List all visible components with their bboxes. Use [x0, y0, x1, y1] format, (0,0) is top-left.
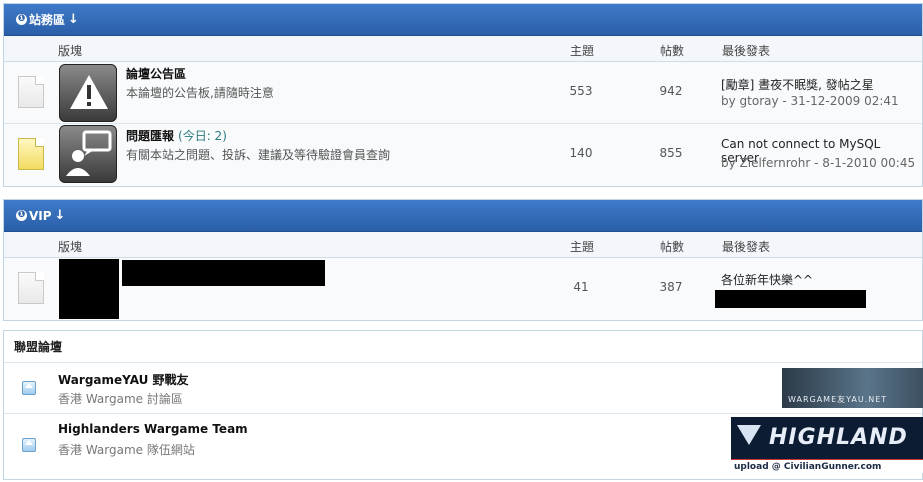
forum-row: 論壇公告區 本論壇的公告板,請隨時注意 553 942 [勵章] 晝夜不眠獎, …	[4, 62, 922, 124]
partner-row: WargameYAU 野戰友 香港 Wargame 討論區 WARGAME友YA…	[4, 363, 923, 414]
partner-title: 聯盟論壇	[4, 331, 922, 363]
folder-new-icon	[18, 138, 44, 170]
posts-count: 942	[659, 84, 683, 98]
last-post-title[interactable]: 各位新年快樂^^	[721, 271, 813, 288]
today-count: (今日: 2)	[178, 129, 227, 143]
forum-desc: 本論壇的公告板,請隨時注意	[126, 86, 274, 100]
partner-row: Highlanders Wargame Team 香港 Wargame 隊伍網站…	[4, 414, 923, 478]
last-post-by[interactable]: by gtoray - 31-12-2009 02:41	[721, 94, 899, 108]
collapse-icon[interactable]: ❶	[16, 14, 27, 25]
redacted-forum-icon	[59, 259, 119, 319]
last-post-title[interactable]: [勵章] 晝夜不眠獎, 發帖之星	[721, 76, 874, 93]
partner-name[interactable]: WargameYAU 野戰友	[58, 371, 189, 388]
feedback-user-icon[interactable]	[59, 125, 117, 183]
partner-desc: 香港 Wargame 討論區	[58, 392, 183, 406]
col-last: 最後發表	[722, 240, 771, 254]
col-forum: 版塊	[58, 240, 83, 254]
forum-title[interactable]: 論壇公告區	[126, 65, 186, 82]
redacted-forum-title	[122, 260, 325, 286]
category-header[interactable]: ❶ VIP ↓	[4, 200, 922, 232]
arrow-down-icon[interactable]: ↓	[68, 12, 79, 27]
warning-icon[interactable]	[59, 64, 117, 122]
category-title[interactable]: 站務區	[29, 11, 65, 28]
category-vip: ❶ VIP ↓ 版塊 主題 帖數 最後發表 41 387 各位新年快樂^^	[3, 199, 923, 321]
category-header[interactable]: ❶ 站務區 ↓	[4, 4, 922, 36]
col-forum: 版塊	[58, 44, 83, 58]
folder-icon	[18, 76, 44, 108]
category-title[interactable]: VIP	[29, 209, 52, 223]
banner-text: HIGHLAND	[769, 425, 908, 450]
category-site-affairs: ❶ 站務區 ↓ 版塊 主題 帖數 最後發表 論壇公告區 本論壇的公告板,請隨時注…	[3, 3, 923, 187]
posts-count: 855	[659, 146, 683, 160]
forum-desc: 有關本站之問題、投訴、建議及等待驗證會員查詢	[126, 148, 391, 162]
folder-icon	[18, 272, 44, 304]
topics-count: 140	[569, 146, 593, 160]
col-topics: 主題	[570, 240, 595, 254]
forum-title[interactable]: 問題匯報 (今日: 2)	[126, 127, 227, 144]
topics-count: 553	[569, 84, 593, 98]
arrow-down-icon[interactable]: ↓	[55, 208, 66, 223]
partner-forums: 聯盟論壇 WargameYAU 野戰友 香港 Wargame 討論區 WARGA…	[3, 330, 923, 480]
wargameyau-banner[interactable]: WARGAME友YAU.NET	[782, 368, 923, 408]
v-logo-icon	[737, 425, 761, 445]
posts-count: 387	[659, 280, 683, 294]
partner-name[interactable]: Highlanders Wargame Team	[58, 422, 248, 436]
topics-count: 41	[573, 280, 589, 294]
col-topics: 主題	[570, 44, 595, 58]
collapse-icon[interactable]: ❶	[16, 210, 27, 221]
col-posts: 帖數	[660, 240, 685, 254]
col-posts: 帖數	[660, 44, 685, 58]
col-last: 最後發表	[722, 44, 771, 58]
forum-row: 41 387 各位新年快樂^^	[4, 258, 922, 320]
partner-desc: 香港 Wargame 隊伍網站	[58, 443, 195, 457]
redacted-last-post-by	[715, 290, 866, 308]
highlanders-banner[interactable]: HIGHLAND upload @ CivilianGunner.com	[731, 417, 923, 473]
banner-subtext: upload @ CivilianGunner.com	[731, 459, 923, 473]
column-header-row: 版塊 主題 帖數 最後發表	[4, 232, 922, 258]
home-icon[interactable]	[22, 438, 36, 452]
column-header-row: 版塊 主題 帖數 最後發表	[4, 36, 922, 62]
home-icon[interactable]	[22, 381, 36, 395]
banner-text: WARGAME友YAU.NET	[788, 395, 888, 404]
forum-row: 問題匯報 (今日: 2) 有關本站之問題、投訴、建議及等待驗證會員查詢 140 8…	[4, 124, 922, 186]
last-post-by[interactable]: by Zielfernrohr - 8-1-2010 00:45	[721, 156, 915, 170]
